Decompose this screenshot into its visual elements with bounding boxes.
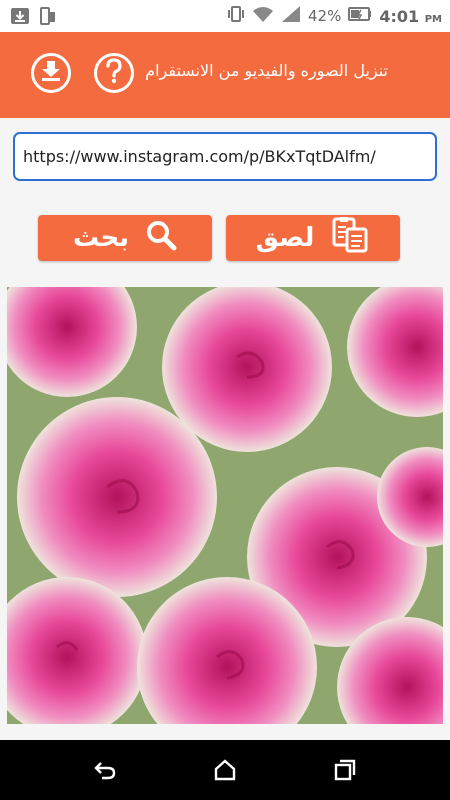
help-button[interactable] — [94, 53, 134, 93]
app-bar: تنزيل الصوره والفيديو من الانستقرام — [0, 32, 450, 118]
url-input[interactable] — [13, 132, 437, 181]
recents-icon[interactable] — [333, 759, 357, 785]
signal-icon — [281, 5, 301, 27]
wifi-icon — [252, 5, 274, 27]
battery-icon — [348, 7, 372, 25]
paste-icon — [330, 216, 370, 260]
download-button[interactable] — [31, 53, 71, 93]
paste-button-label: لصق — [255, 223, 315, 253]
preview-image — [7, 287, 443, 724]
download-icon — [38, 58, 64, 88]
back-icon[interactable] — [93, 759, 117, 785]
search-button-label: بحث — [72, 223, 130, 253]
roses-illustration — [7, 287, 443, 724]
paste-button[interactable]: لصق — [226, 215, 400, 261]
vibrate-icon — [227, 5, 245, 27]
app-title: تنزيل الصوره والفيديو من الانستقرام — [145, 61, 388, 80]
clock: 4:01 PM — [379, 6, 442, 26]
search-icon — [145, 219, 177, 258]
home-icon[interactable] — [213, 759, 237, 785]
status-bar: 42% 4:01 PM — [0, 0, 450, 32]
download-notification-icon — [10, 7, 30, 29]
battery-percent: 42% — [308, 7, 342, 25]
search-button[interactable]: بحث — [38, 215, 212, 261]
question-icon — [104, 58, 124, 88]
navigation-bar — [0, 740, 450, 800]
phone-notification-icon — [40, 7, 56, 29]
